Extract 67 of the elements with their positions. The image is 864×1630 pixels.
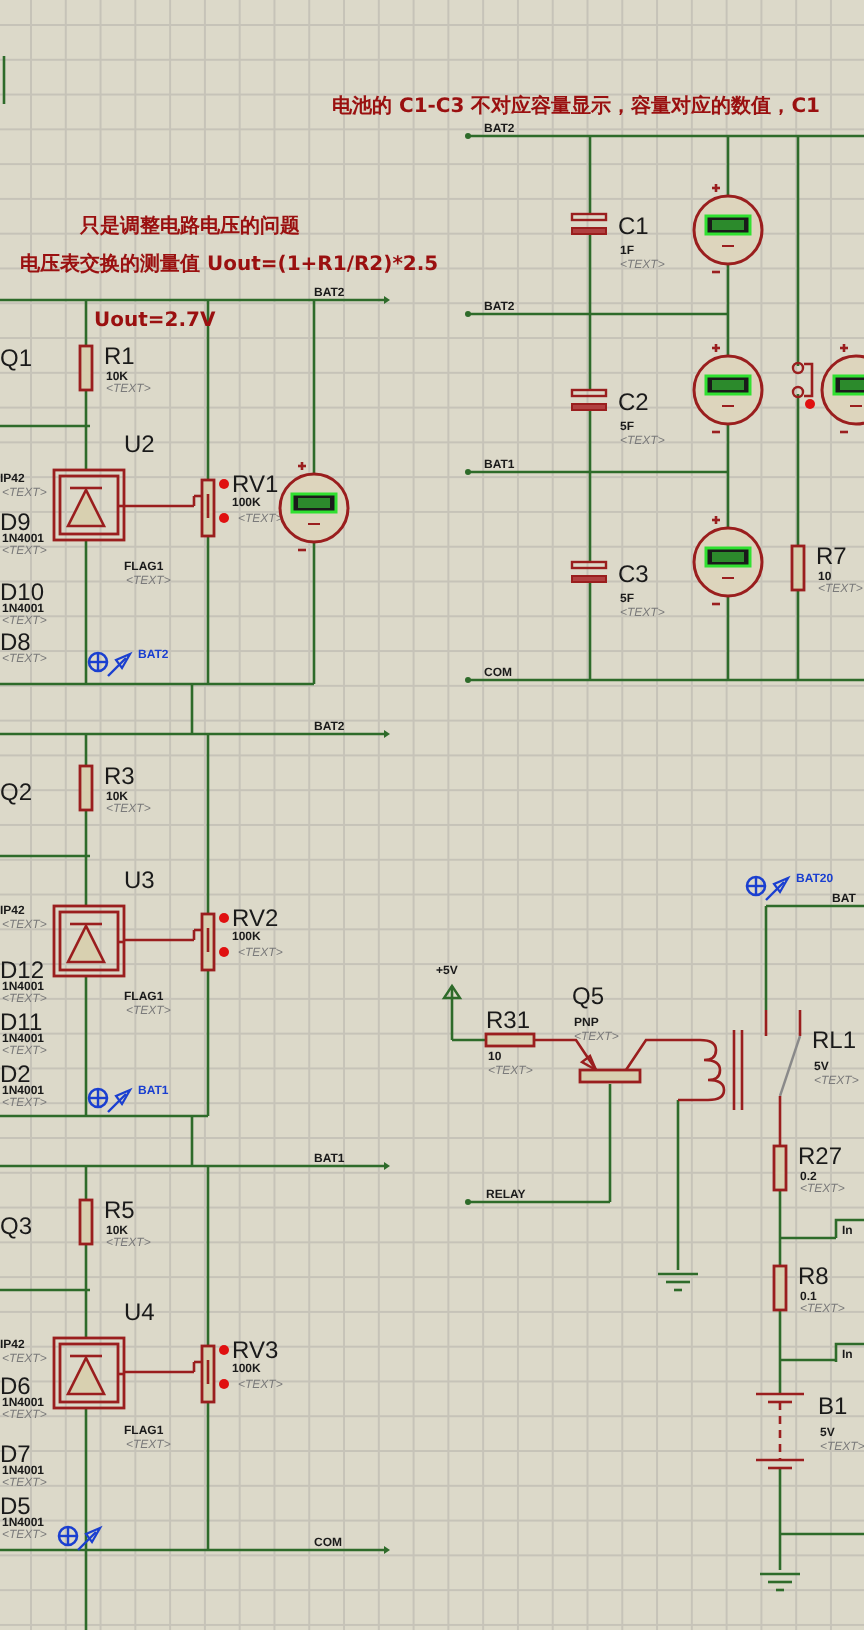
part-reference: D8 [0, 628, 31, 656]
part-reference: D5 [0, 1492, 31, 1520]
part-reference: R8 [798, 1262, 829, 1290]
probe-icon [87, 651, 133, 677]
voltmeter-symbol [692, 344, 764, 434]
resistor-symbol [78, 1198, 94, 1246]
resistor-symbol [78, 344, 94, 392]
part-reference: D6 [0, 1372, 31, 1400]
part-reference: Q3 [0, 1212, 33, 1240]
potentiometer-symbol [124, 912, 229, 972]
probe-icon [745, 875, 791, 901]
part-reference: D2 [0, 1060, 31, 1088]
annotation-text: 只是调整电路电压的问题 [80, 216, 300, 238]
part-reference: U4 [124, 1298, 155, 1326]
part-reference: D9 [0, 508, 31, 536]
resistor-symbol [78, 764, 94, 812]
part-reference: U3 [124, 866, 155, 894]
port-symbol [834, 1342, 864, 1362]
part-reference: Q5 [572, 982, 605, 1010]
capacitor-symbol [570, 388, 608, 411]
power-terminal-symbol [441, 983, 463, 1000]
part-reference: R5 [104, 1196, 135, 1224]
capacitor-symbol [570, 560, 608, 583]
part-reference: D10 [0, 578, 45, 606]
port-symbol [834, 1218, 864, 1238]
part-reference: B1 [818, 1392, 848, 1420]
probe-icon [87, 1087, 133, 1113]
push-switch-symbol [791, 361, 815, 409]
potentiometer-symbol [124, 478, 229, 538]
part-reference: R3 [104, 762, 135, 790]
part-reference: D7 [0, 1440, 31, 1468]
probe-icon [57, 1525, 103, 1551]
voltmeter-symbol [278, 462, 350, 552]
part-reference: U2 [124, 430, 155, 458]
resistor-symbol [484, 1032, 536, 1048]
regulator-symbol [52, 904, 126, 978]
part-reference: Q1 [0, 344, 33, 372]
voltmeter-symbol [820, 344, 864, 434]
capacitor-symbol [570, 212, 608, 235]
annotation-text: 电压表交换的测量值 Uout=(1+R1/R2)*2.5 [20, 254, 439, 276]
ground-symbol [658, 1272, 698, 1292]
battery-symbol [756, 1392, 804, 1470]
part-reference: C3 [618, 560, 649, 588]
part-reference: C2 [618, 388, 649, 416]
part-reference: D12 [0, 956, 45, 984]
part-reference: R7 [816, 542, 847, 570]
resistor-symbol [790, 544, 806, 592]
relay-symbol [678, 1010, 802, 1146]
voltmeter-symbol [692, 516, 764, 606]
part-reference: C1 [618, 212, 649, 240]
annotation-text: 电池的 C1-C3 不对应容量显示，容量对应的数值，C1 [332, 96, 821, 118]
part-reference: R1 [104, 342, 135, 370]
part-reference: Q2 [0, 778, 33, 806]
part-reference: D11 [0, 1008, 43, 1036]
part-reference: RV1 [232, 470, 279, 498]
regulator-symbol [52, 468, 126, 542]
part-reference: R27 [798, 1142, 843, 1170]
part-reference: R31 [486, 1006, 531, 1034]
part-reference: RL1 [812, 1026, 857, 1054]
potentiometer-symbol [124, 1344, 229, 1404]
resistor-symbol [772, 1264, 788, 1312]
regulator-symbol [52, 1336, 126, 1410]
voltmeter-symbol [692, 184, 764, 274]
part-reference: RV3 [232, 1336, 279, 1364]
part-reference: RV2 [232, 904, 279, 932]
ground-symbol [760, 1572, 800, 1592]
resistor-symbol [772, 1144, 788, 1192]
